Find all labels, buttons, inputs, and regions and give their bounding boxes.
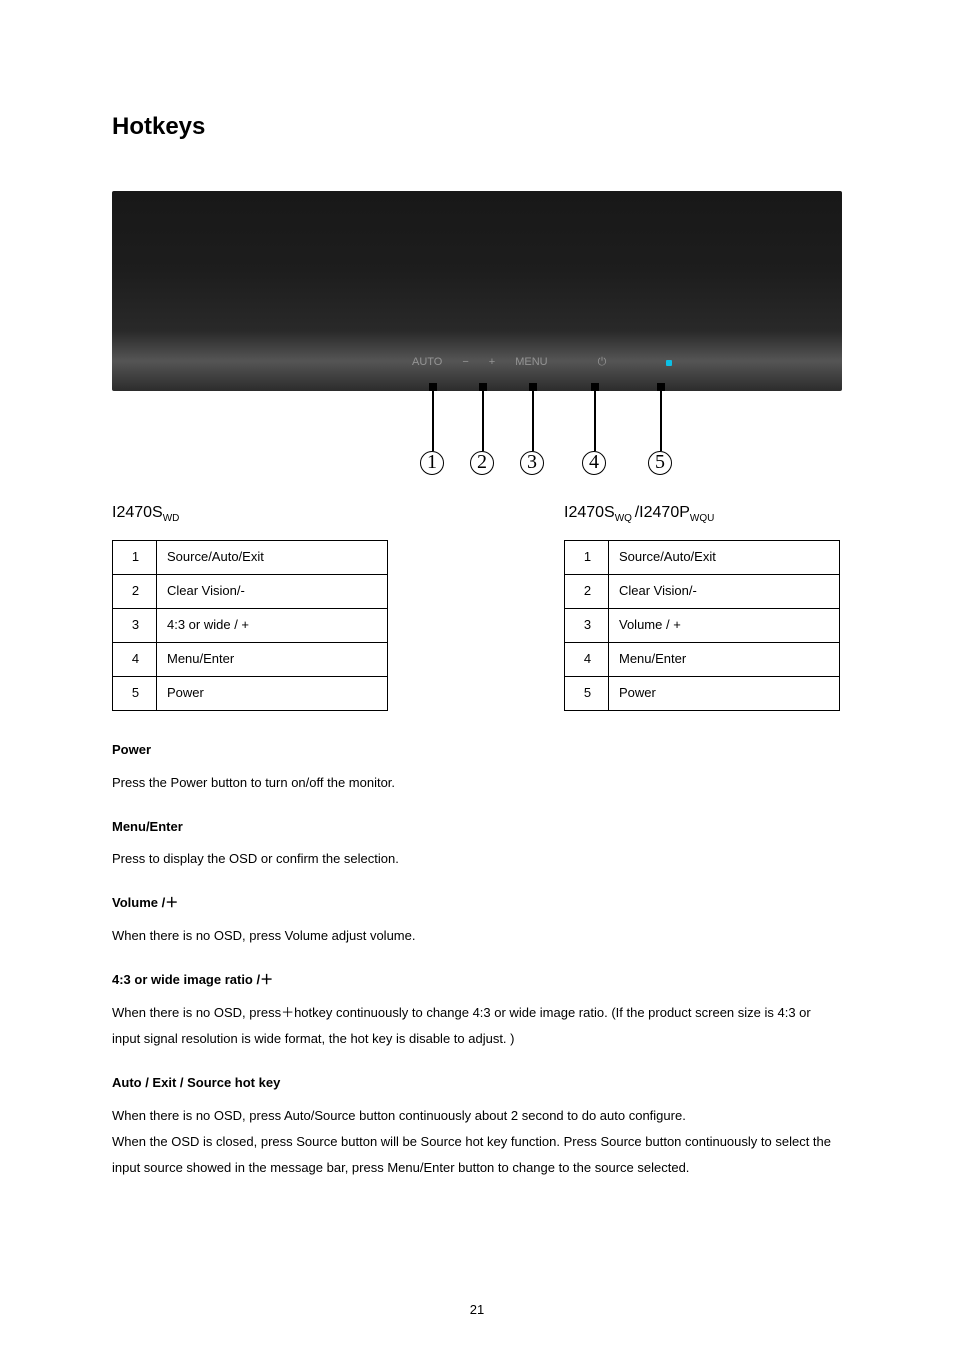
- callout-1: 1: [420, 451, 444, 475]
- section-power-body: Press the Power button to turn on/off th…: [112, 770, 842, 796]
- table-row: 5Power: [113, 676, 388, 710]
- table-row: 1Source/Auto/Exit: [113, 541, 388, 575]
- row-label: Clear Vision/-: [157, 575, 388, 609]
- pointer-2: [482, 391, 484, 451]
- row-label: Source/Auto/Exit: [609, 541, 840, 575]
- section-auto-title: Auto / Exit / Source hot key: [112, 1074, 842, 1093]
- model-left-base: I2470S: [112, 504, 163, 521]
- descriptions: Power Press the Power button to turn on/…: [112, 741, 842, 1181]
- row-num: 4: [565, 643, 609, 677]
- model-right-suffix: WQ: [615, 513, 635, 524]
- row-num: 1: [565, 541, 609, 575]
- row-label: Source/Auto/Exit: [157, 541, 388, 575]
- pointer-5: [660, 391, 662, 451]
- callout-pointers: 1 2 3 4 5: [112, 391, 842, 481]
- table-row: 2Clear Vision/-: [113, 575, 388, 609]
- model-right-base: I2470S: [564, 504, 615, 521]
- label-auto: AUTO: [412, 355, 442, 371]
- model-right: I2470SWQ /I2470PWQU 1Source/Auto/Exit 2C…: [564, 501, 840, 711]
- table-row: 5Power: [565, 676, 840, 710]
- table-row: 4Menu/Enter: [113, 643, 388, 677]
- pointer-1: [432, 391, 434, 451]
- label-minus: −: [462, 355, 468, 371]
- callout-5: 5: [648, 451, 672, 475]
- hotkey-table-right: 1Source/Auto/Exit 2Clear Vision/- 3Volum…: [564, 540, 840, 710]
- page-number: 21: [0, 1301, 954, 1320]
- section-volume-title: Volume /＋: [112, 894, 842, 913]
- row-num: 2: [113, 575, 157, 609]
- row-num: 5: [565, 676, 609, 710]
- row-label: Menu/Enter: [609, 643, 840, 677]
- pointer-4: [594, 391, 596, 451]
- model-right-name: I2470SWQ /I2470PWQU: [564, 501, 840, 527]
- model-left-name: I2470SWD: [112, 501, 388, 527]
- table-row: 1Source/Auto/Exit: [565, 541, 840, 575]
- row-num: 3: [113, 609, 157, 643]
- section-power-title: Power: [112, 741, 842, 760]
- label-plus: +: [489, 355, 495, 371]
- table-row: 4Menu/Enter: [565, 643, 840, 677]
- section-ratio-title: 4:3 or wide image ratio /＋: [112, 971, 842, 990]
- monitor-photo: AUTO − + MENU ⏻ 1 2 3 4 5: [112, 191, 842, 481]
- row-label: Volume / +: [609, 609, 840, 643]
- row-num: 3: [565, 609, 609, 643]
- pointer-3: [532, 391, 534, 451]
- section-auto-body1: When there is no OSD, press Auto/Source …: [112, 1103, 842, 1129]
- callout-4: 4: [582, 451, 606, 475]
- monitor-bezel-image: AUTO − + MENU ⏻: [112, 191, 842, 391]
- table-row: 34:3 or wide / +: [113, 609, 388, 643]
- monitor-button-labels: AUTO − + MENU ⏻: [412, 355, 672, 371]
- page-title: Hotkeys: [112, 110, 842, 145]
- row-label: 4:3 or wide / +: [157, 609, 388, 643]
- row-num: 4: [113, 643, 157, 677]
- callout-3: 3: [520, 451, 544, 475]
- hotkey-table-left: 1Source/Auto/Exit 2Clear Vision/- 34:3 o…: [112, 540, 388, 710]
- callout-2: 2: [470, 451, 494, 475]
- row-label: Power: [157, 676, 388, 710]
- row-label: Power: [609, 676, 840, 710]
- row-num: 1: [113, 541, 157, 575]
- power-led-icon: [666, 360, 672, 366]
- model-right-suffix2: WQU: [690, 513, 714, 524]
- row-label: Clear Vision/-: [609, 575, 840, 609]
- table-row: 2Clear Vision/-: [565, 575, 840, 609]
- model-left: I2470SWD 1Source/Auto/Exit 2Clear Vision…: [112, 501, 388, 711]
- power-icon: ⏻: [598, 355, 607, 371]
- row-num: 5: [113, 676, 157, 710]
- model-right-base2: I2470P: [639, 504, 690, 521]
- section-ratio-body: When there is no OSD, press＋hotkey conti…: [112, 1000, 842, 1052]
- row-label: Menu/Enter: [157, 643, 388, 677]
- row-num: 2: [565, 575, 609, 609]
- section-menu-body: Press to display the OSD or confirm the …: [112, 846, 842, 872]
- label-menu: MENU: [515, 355, 547, 371]
- model-tables-row: I2470SWD 1Source/Auto/Exit 2Clear Vision…: [112, 501, 842, 711]
- table-row: 3Volume / +: [565, 609, 840, 643]
- section-menu-title: Menu/Enter: [112, 818, 842, 837]
- model-left-suffix: WD: [163, 513, 180, 524]
- section-volume-body: When there is no OSD, press Volume adjus…: [112, 923, 842, 949]
- section-auto-body2: When the OSD is closed, press Source but…: [112, 1129, 842, 1181]
